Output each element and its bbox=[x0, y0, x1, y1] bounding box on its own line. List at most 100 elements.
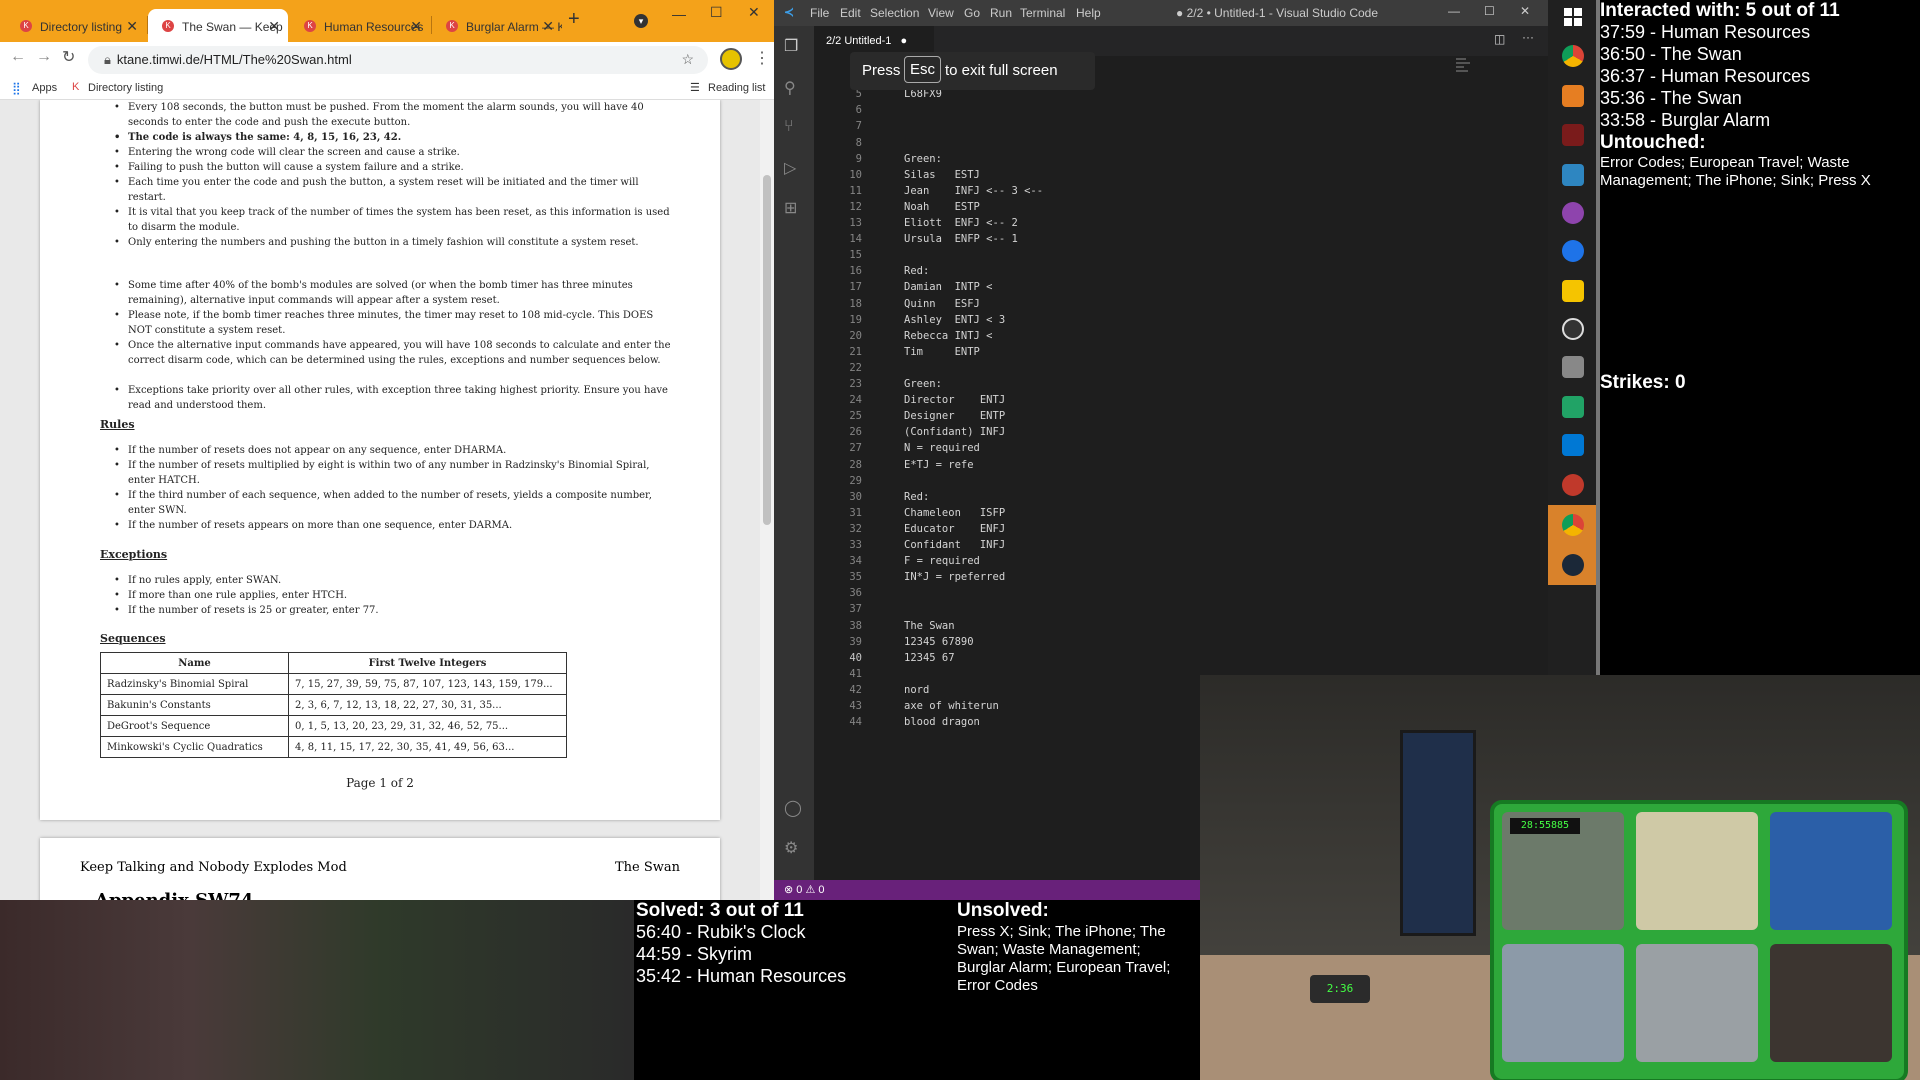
tab-directory-listing[interactable]: K Directory listing ✕ bbox=[6, 9, 146, 42]
skyrim-module[interactable] bbox=[1770, 944, 1892, 1062]
game-app-icon[interactable] bbox=[1562, 124, 1584, 146]
menu-run[interactable]: Run bbox=[990, 6, 1012, 20]
ktane-favicon-icon: K bbox=[446, 20, 458, 32]
back-icon[interactable]: ← bbox=[10, 48, 26, 66]
minimap[interactable] bbox=[1456, 56, 1516, 116]
maximize-button[interactable]: ☐ bbox=[710, 4, 723, 21]
tab-human-resources[interactable]: K Human Resources ✕ bbox=[290, 9, 430, 42]
line-number: 27 bbox=[849, 442, 862, 455]
reading-list-button[interactable]: Reading list bbox=[708, 82, 765, 94]
forward-icon[interactable]: → bbox=[36, 48, 52, 66]
audio-app-icon[interactable] bbox=[1562, 85, 1584, 107]
line-number: 33 bbox=[849, 539, 862, 551]
human-resources-module[interactable] bbox=[1636, 812, 1758, 930]
settings-gear-icon[interactable]: ⚙ bbox=[784, 838, 798, 858]
code-line: Rebecca INTJ < bbox=[904, 329, 993, 342]
line-number: 14 bbox=[849, 233, 862, 246]
close-tab-icon[interactable]: ✕ bbox=[410, 18, 422, 35]
split-editor-icon[interactable]: ◫ bbox=[1494, 32, 1505, 46]
line-number: 7 bbox=[855, 120, 862, 133]
timer-keypad-module[interactable]: 28:55885 bbox=[1502, 812, 1624, 930]
table-row: Bakunin's Constants 2, 3, 6, 7, 12, 13, 1… bbox=[100, 694, 567, 716]
profile-avatar[interactable] bbox=[720, 48, 742, 70]
table-cell: Bakunin's Constants bbox=[100, 694, 289, 716]
menu-file[interactable]: File bbox=[810, 6, 829, 20]
line-number: 42 bbox=[849, 683, 862, 696]
source-control-icon[interactable]: ⑂ bbox=[784, 118, 794, 136]
menu-edit[interactable]: Edit bbox=[840, 6, 861, 20]
page-viewport[interactable]: Every 108 seconds, the button must be pu… bbox=[0, 100, 760, 900]
close-tab-icon[interactable]: ✕ bbox=[126, 18, 138, 35]
media-app-icon[interactable] bbox=[1562, 164, 1584, 186]
more-actions-icon[interactable]: ··· bbox=[1522, 30, 1534, 44]
menu-selection[interactable]: Selection bbox=[870, 6, 919, 20]
close-window-button[interactable]: ✕ bbox=[748, 4, 760, 21]
rule-item: If the third number of each sequence, wh… bbox=[114, 488, 673, 518]
chrome-active-icon[interactable] bbox=[1562, 514, 1584, 536]
waste-management-module[interactable] bbox=[1636, 944, 1758, 1062]
code-line: IN*J = rpeferred bbox=[904, 571, 1006, 584]
scrollbar-thumb[interactable] bbox=[763, 175, 771, 525]
bookmark-apps[interactable]: Apps bbox=[32, 82, 57, 94]
close-tab-icon[interactable]: ✕ bbox=[542, 18, 554, 35]
table-cell: 0, 1, 5, 13, 20, 23, 29, 31, 32, 46, 52,… bbox=[288, 715, 567, 737]
minimize-button[interactable]: — bbox=[1448, 4, 1460, 18]
alarm-clock[interactable]: 2:36 bbox=[1310, 975, 1370, 1003]
run-debug-icon[interactable]: ▷ bbox=[784, 158, 796, 178]
line-number: 35 bbox=[849, 571, 862, 584]
search-icon[interactable]: ⚲ bbox=[784, 78, 796, 98]
chrome-icon[interactable] bbox=[1562, 45, 1584, 67]
spreadsheet-icon[interactable] bbox=[1562, 396, 1584, 418]
code-line: Eliott ENFJ <-- 2 bbox=[904, 217, 1018, 229]
reload-icon[interactable]: ↻ bbox=[62, 47, 75, 67]
drive-app-icon[interactable] bbox=[1562, 356, 1584, 378]
maximize-button[interactable]: ☐ bbox=[1484, 4, 1495, 18]
tab-the-swan[interactable]: K The Swan — Keep ✕ bbox=[148, 9, 288, 42]
c-app-icon[interactable] bbox=[1562, 202, 1584, 224]
bookmark-directory-listing[interactable]: Directory listing bbox=[88, 82, 163, 94]
line-number: 44 bbox=[849, 716, 862, 729]
solved-entry: 56:40 - Rubik's Clock bbox=[636, 922, 806, 942]
close-window-button[interactable]: ✕ bbox=[1520, 4, 1530, 18]
menu-terminal[interactable]: Terminal bbox=[1020, 6, 1065, 20]
account-icon[interactable]: ◯ bbox=[784, 798, 802, 818]
record-app-icon[interactable] bbox=[1562, 474, 1584, 496]
menu-go[interactable]: Go bbox=[964, 6, 980, 20]
error-codes-module[interactable] bbox=[1770, 812, 1892, 930]
menu-view[interactable]: View bbox=[928, 6, 954, 20]
column-header: First Twelve Integers bbox=[288, 652, 567, 674]
menu-help[interactable]: Help bbox=[1076, 6, 1101, 20]
explorer-icon[interactable]: ❐ bbox=[784, 36, 798, 56]
extensions-icon[interactable]: ⊞ bbox=[784, 198, 797, 218]
code-line: 12345 67 bbox=[904, 651, 955, 664]
location-app-icon[interactable] bbox=[1562, 240, 1584, 262]
swan-module[interactable] bbox=[1502, 944, 1624, 1062]
tab-bar: K Directory listing ✕ K The Swan — Keep … bbox=[0, 0, 774, 42]
line-number: 29 bbox=[849, 474, 862, 487]
minimize-button[interactable]: — bbox=[672, 6, 686, 22]
new-tab-button[interactable]: + bbox=[568, 8, 580, 31]
line-number: 10 bbox=[849, 168, 862, 181]
address-bar[interactable]: 🔒︎ ktane.timwi.de/HTML/The%20Swan.html ☆ bbox=[88, 46, 708, 74]
vscode-icon[interactable] bbox=[1562, 434, 1584, 456]
file-explorer-icon[interactable] bbox=[1562, 280, 1584, 302]
browser-window: K Directory listing ✕ K The Swan — Keep … bbox=[0, 0, 774, 900]
steam-icon[interactable] bbox=[1562, 554, 1584, 576]
menu-dots-icon[interactable]: ⋮ bbox=[754, 48, 770, 68]
obs-icon[interactable] bbox=[1562, 318, 1584, 340]
bookmark-star-icon[interactable]: ☆ bbox=[681, 51, 694, 68]
interacted-entry: 37:59 - Human Resources bbox=[1600, 22, 1811, 42]
tab-burglar-alarm[interactable]: K Burglar Alarm — K ✕ bbox=[432, 9, 562, 42]
code-line: (Confidant) INFJ bbox=[904, 426, 1006, 439]
problems-indicator[interactable]: ⊗ 0 ⚠ 0 bbox=[784, 883, 824, 896]
tab-search-icon[interactable]: ▾ bbox=[634, 14, 648, 28]
close-tab-icon[interactable]: ✕ bbox=[268, 18, 280, 35]
page-header-right: The Swan bbox=[614, 860, 680, 875]
line-number: 18 bbox=[849, 297, 862, 310]
interacted-entry: 33:58 - Burglar Alarm bbox=[1600, 110, 1771, 130]
line-number: 16 bbox=[849, 265, 862, 278]
bomb-casing[interactable]: 28:55885 bbox=[1490, 800, 1908, 1080]
game-view[interactable]: 2:36 28:55885 bbox=[1200, 675, 1920, 1080]
line-number: 22 bbox=[849, 361, 862, 374]
windows-start-icon[interactable] bbox=[1562, 6, 1584, 28]
